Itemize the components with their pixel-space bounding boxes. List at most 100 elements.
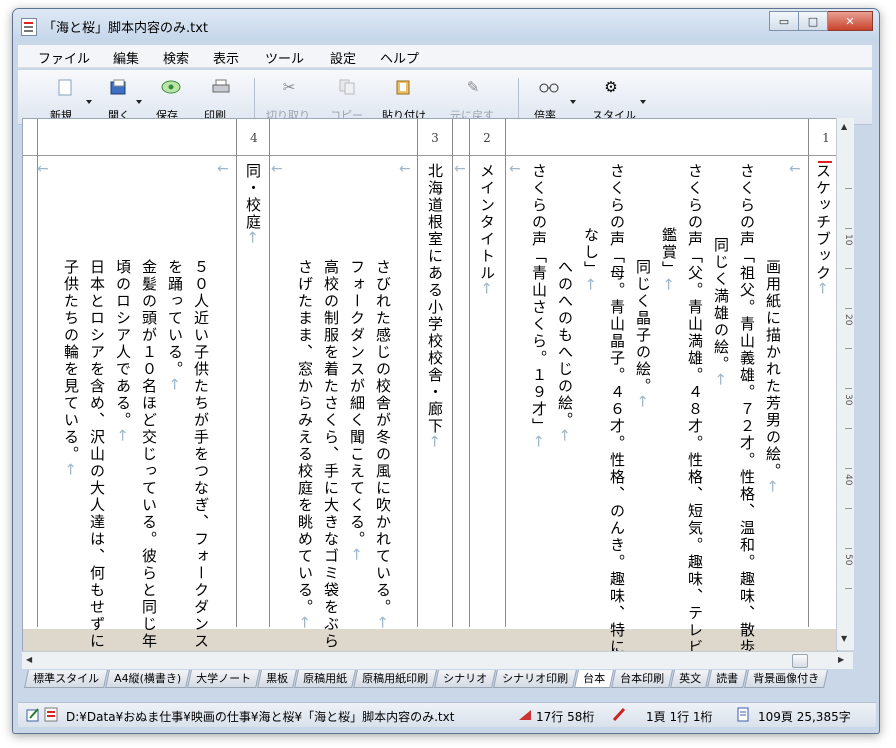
new-button[interactable]: 新規 [46,76,92,122]
app-icon[interactable] [21,18,37,36]
vertical-scrollbar[interactable]: ▲ 10 20 30 40 50 ▼ [836,118,854,650]
style-dropdown-arrow-icon[interactable] [640,100,646,104]
new-document-icon [54,78,76,96]
open-button[interactable]: 開く [104,76,146,122]
column-divider [505,119,506,627]
document-counts: 109頁 25,385字 [758,710,851,724]
print-button[interactable]: 印刷 [204,76,244,122]
script-line: 鑑賞」 [657,227,681,293]
script-line: さびれた感じの校舎が冬の風に吹かれている。 [371,259,395,631]
ruler-tick [845,588,852,589]
document-count-icon [736,707,750,722]
clipboard-icon [392,78,414,96]
menu-help[interactable]: ヘルプ [380,48,419,67]
column-divider [269,119,270,627]
copy-button[interactable]: コピー [330,76,370,122]
tab-background-image[interactable]: 背景画像付き [744,670,829,688]
tab-standard-style[interactable]: 標準スタイル [24,670,108,688]
undo-feather-icon: ✎ [466,78,480,96]
window-controls: ▭ □ ✕ [769,11,873,31]
menu-settings[interactable]: 設定 [330,48,356,67]
ruler-number: 50 [843,554,853,566]
script-line: スケッチブック [811,163,835,297]
header-rule [23,155,837,156]
horizontal-scrollbar[interactable]: ◀ ▶ [22,651,853,669]
script-line: なし」 [579,227,603,293]
scissors-icon: ✂ [282,78,296,96]
script-line: 画用紙に描かれた芳男の絵。 [761,259,785,495]
document-area[interactable]: 1 2 3 4 ← ← ← ← ← ← ← スケッチブック 画用紙に描かれた芳男… [22,118,838,652]
ruler-number: 40 [843,474,853,486]
title-bar[interactable]: 「海と桜」脚本内容のみ.txt ▭ □ ✕ [13,9,879,41]
tab-reading[interactable]: 読書 [707,670,748,688]
tab-scenario-print[interactable]: シナリオ印刷 [493,670,578,688]
edit-status-icon [26,707,40,722]
file-path: D:¥Data¥おぬま仕事¥映画の仕事¥海と桜¥「海と桜」脚本内容のみ.txt [66,710,455,724]
printer-icon [210,78,232,96]
tab-english[interactable]: 英文 [670,670,711,688]
style-button[interactable]: ⚙ スタイル [590,76,652,122]
column-divider [808,119,809,627]
script-line: 北海道根室にある小学校校舎・廊下 [423,163,447,450]
save-button[interactable]: 保存 [154,76,194,122]
column-divider [236,119,237,627]
ruler-number: 10 [843,234,853,246]
column-number: 1 [822,131,830,145]
ruler-tick [845,308,852,309]
tab-a4-vertical[interactable]: A4縦(横書き) [105,670,191,688]
zoom-button[interactable]: 倍率 [530,76,582,122]
paste-button[interactable]: 貼り付け [382,76,426,122]
tab-script-print[interactable]: 台本印刷 [611,670,674,688]
script-line: メインタイトル [475,163,499,297]
ruler-number: 20 [843,314,853,326]
zoom-dropdown-arrow-icon[interactable] [570,100,576,104]
menu-tools[interactable]: ツール [265,48,304,67]
open-folder-icon [108,78,130,96]
script-line: さくらの声「青山さくら。１９才」 [527,163,551,450]
ruler-tick [845,188,852,189]
column-divider [469,119,470,627]
column-divider [452,119,453,627]
new-dropdown-arrow-icon[interactable] [86,100,92,104]
script-line: さくらの声「父。青山満雄。４８才。性格、短気。趣味、テレビ [686,163,704,652]
tab-scenario[interactable]: シナリオ [434,670,497,688]
scroll-left-arrow-icon[interactable]: ◀ [26,655,32,664]
horizontal-scroll-thumb[interactable] [792,654,808,668]
maximize-button[interactable]: □ [799,11,828,31]
gear-icon: ⚙ [604,78,618,96]
return-mark-icon: ← [509,161,521,177]
scroll-down-arrow-icon[interactable]: ▼ [841,634,847,643]
cut-button[interactable]: ✂ 切り取り [266,76,312,122]
minimize-icon: ▭ [778,14,790,28]
tab-manuscript-paper[interactable]: 原稿用紙 [294,670,357,688]
menu-edit[interactable]: 編集 [113,48,139,67]
glasses-icon [538,78,560,96]
undo-button[interactable]: ✎ 元に戻す [448,76,496,122]
toolbar: 新規 開く 保存 印刷 ✂ 切り取り コピー 貼り付け ✎ 元に戻す 倍率 ⚙ … [18,70,872,125]
ruler: 10 20 30 40 50 [843,168,854,638]
script-line: さくらの声「祖父。青山義雄。７２才。性格、温和。趣味、散歩」 [735,163,759,651]
menu-search[interactable]: 検索 [163,48,189,67]
menu-view[interactable]: 表示 [213,48,239,67]
tab-script[interactable]: 台本 [574,670,615,688]
toolbar-separator [518,78,519,118]
toolbar-separator [254,78,255,118]
ruler-tick [845,348,852,349]
return-mark-icon: ← [217,161,229,177]
open-dropdown-arrow-icon[interactable] [136,100,142,104]
style-tabs: 標準スタイル A4縦(横書き) 大学ノート 黒板 原稿用紙 原稿用紙印刷 シナリ… [24,670,872,690]
scroll-right-arrow-icon[interactable]: ▶ [838,655,844,664]
tab-blackboard[interactable]: 黒板 [257,670,298,688]
tab-college-notebook[interactable]: 大学ノート [187,670,261,688]
maximize-icon: □ [807,14,819,28]
tab-manuscript-print[interactable]: 原稿用紙印刷 [353,670,438,688]
column-divider [417,119,418,627]
return-mark-icon: ← [789,161,801,177]
minimize-button[interactable]: ▭ [769,11,799,31]
close-button[interactable]: ✕ [828,11,873,31]
menu-file[interactable]: ファイル [38,48,90,67]
scroll-up-arrow-icon[interactable]: ▲ [841,122,847,131]
ruler-number: 30 [843,394,853,406]
ruler-tick [845,468,852,469]
line-col-indicator: 17行 58桁 [536,710,595,724]
